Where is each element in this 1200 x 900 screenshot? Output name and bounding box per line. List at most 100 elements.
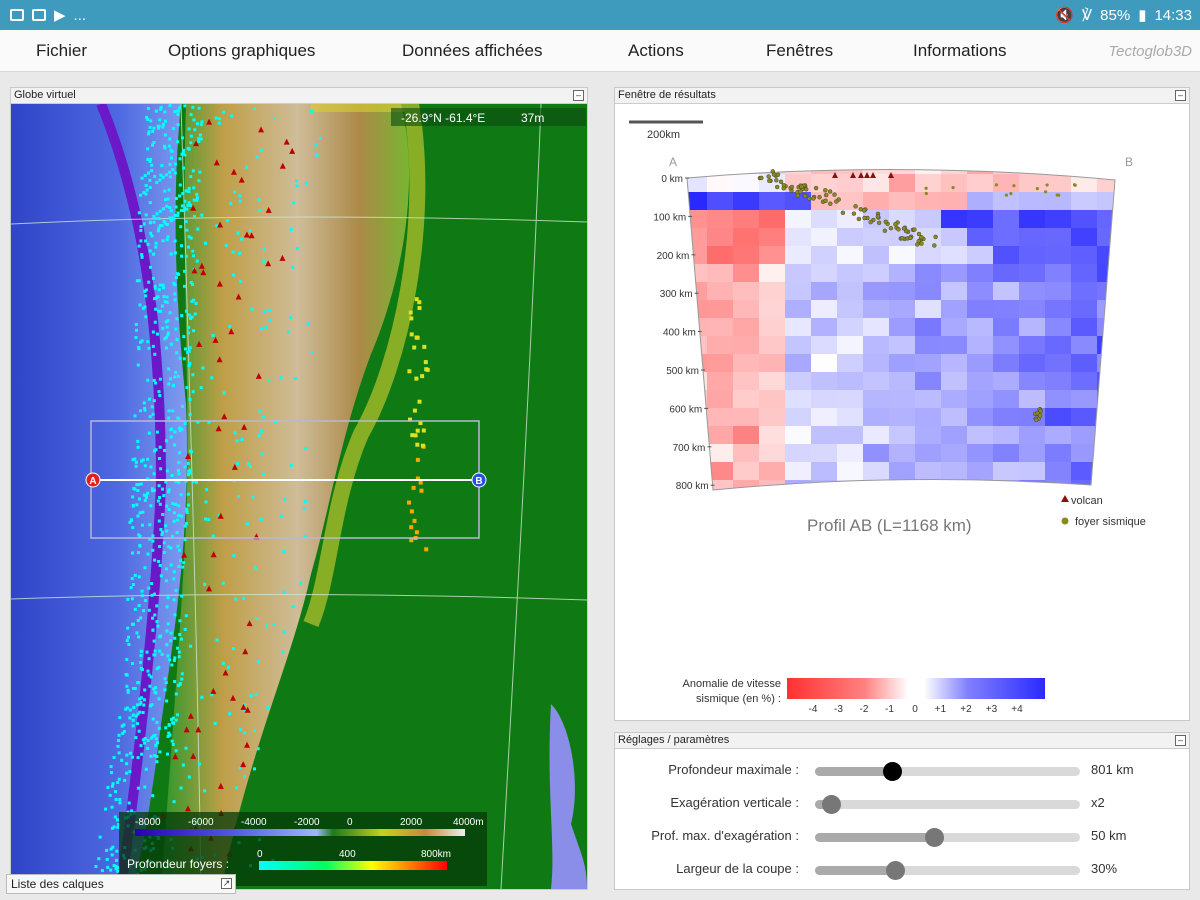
tomo-cell [759, 264, 785, 282]
slider-knob[interactable] [821, 795, 841, 814]
slider-knob[interactable] [885, 861, 905, 880]
quake-dot [98, 835, 102, 839]
quake-dot [183, 104, 187, 108]
quake-dot [191, 169, 195, 173]
quake-dot [146, 242, 150, 246]
tomo-cell [1019, 318, 1045, 336]
slider-track[interactable] [815, 861, 1080, 880]
expand-icon[interactable]: ↗ [221, 878, 232, 889]
quake-dot [176, 109, 180, 113]
quake-dot [136, 712, 140, 716]
quake-dot [150, 234, 154, 238]
tomo-cell [1097, 210, 1115, 228]
profile-quake [916, 231, 922, 237]
tomo-cell [863, 498, 889, 516]
quake-dot [163, 677, 167, 681]
quake-dot [199, 386, 203, 390]
quake-dot [191, 390, 195, 394]
quake-dot [156, 229, 160, 233]
quake-dot [187, 313, 191, 317]
slider-knob[interactable] [925, 828, 945, 847]
quake-dot [186, 147, 190, 150]
tomo-cell [1045, 282, 1071, 300]
minimize-icon[interactable]: – [1175, 735, 1186, 746]
quake-dot [249, 694, 253, 698]
quake-dot [257, 198, 261, 202]
tomo-cell [759, 372, 785, 390]
tomo-cell [941, 246, 967, 264]
quake-dot [281, 650, 285, 654]
quake-dot [136, 514, 140, 518]
quake-dot [154, 381, 158, 385]
slider-track[interactable] [815, 762, 1080, 781]
deep-quake-dot [421, 428, 426, 433]
quake-dot [185, 386, 189, 390]
depth-axis-tick: 100 km [653, 212, 686, 223]
menu-informations[interactable]: Informations [913, 41, 1007, 61]
tomo-cell [707, 372, 733, 390]
profile-point-b: B [1125, 155, 1133, 169]
quake-dot [147, 586, 151, 590]
menu-fenetres[interactable]: Fenêtres [766, 41, 833, 61]
quake-dot [131, 718, 135, 722]
quake-dot [192, 186, 196, 190]
quake-dot [235, 439, 239, 443]
tomo-cell [759, 498, 785, 516]
quake-dot [254, 566, 258, 570]
quake-dot [195, 196, 199, 200]
tomo-cell [993, 246, 1019, 264]
minimize-icon[interactable]: – [573, 90, 584, 101]
tomo-cell [993, 354, 1019, 372]
quake-dot [185, 228, 189, 232]
layers-panel[interactable]: Liste des calques ↗ [6, 874, 236, 894]
profile-quake [994, 183, 998, 187]
tomo-cell [707, 336, 733, 354]
slider-knob[interactable] [882, 762, 902, 781]
quake-dot [152, 399, 156, 403]
tomo-cell [941, 354, 967, 372]
quake-dot [176, 112, 180, 116]
quake-legend-icon [1061, 517, 1069, 525]
quake-dot [237, 494, 240, 498]
tomo-cell [1071, 354, 1097, 372]
globe-map[interactable]: A B -26.9°N -61.4°E 37m -8000 -6000 -4000 -… [11, 104, 587, 889]
tomo-cell [837, 498, 863, 516]
quake-dot [177, 472, 181, 476]
quake-dot [198, 170, 202, 174]
slider-track[interactable] [815, 795, 1080, 814]
slider-track[interactable] [815, 828, 1080, 847]
tomo-cell [811, 498, 837, 516]
minimize-icon[interactable]: – [1175, 90, 1186, 101]
elevation-tick: -8000 [135, 817, 161, 828]
tomo-cell [863, 372, 889, 390]
quake-dot [173, 292, 177, 296]
tomo-cell [785, 300, 811, 318]
quake-dot [142, 401, 146, 405]
quake-dot [110, 784, 114, 788]
quake-dot [145, 188, 149, 192]
tomo-cell [837, 264, 863, 282]
menu-options-graphiques[interactable]: Options graphiques [168, 41, 315, 61]
menu-actions[interactable]: Actions [628, 41, 684, 61]
quake-dot [200, 695, 204, 699]
elevation-tick: -6000 [188, 817, 214, 828]
quake-dot [140, 668, 144, 672]
quake-dot [163, 688, 167, 692]
quake-dot [171, 168, 175, 172]
quake-dot [166, 197, 170, 201]
menu-fichier[interactable]: Fichier [36, 41, 87, 61]
tomo-cell [785, 498, 811, 516]
quake-dot [226, 665, 230, 669]
tomo-cell [993, 480, 1019, 490]
profile-quake [1045, 183, 1049, 187]
depth-axis-tick: 200 km [657, 251, 690, 262]
quake-dot [172, 570, 176, 574]
profile-quake [823, 188, 828, 193]
quake-dot [240, 438, 244, 441]
quake-dot [135, 328, 138, 332]
quake-dot [201, 366, 205, 370]
quake-dot [110, 805, 114, 809]
tomo-cell [915, 300, 941, 318]
menu-donnees-affichees[interactable]: Données affichées [402, 41, 543, 61]
slider-label: Profondeur maximale : [668, 762, 799, 777]
